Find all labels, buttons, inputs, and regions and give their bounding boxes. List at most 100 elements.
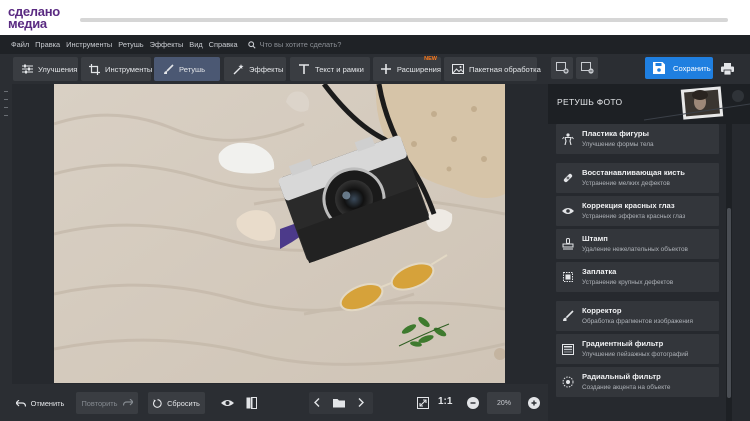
menu-edit[interactable]: Правка xyxy=(35,40,60,49)
panel-header-decoration xyxy=(644,86,750,121)
tab-effects[interactable]: Эффекты xyxy=(224,57,286,81)
tool-title: Штамп xyxy=(582,234,608,243)
corrector-brush-icon xyxy=(562,310,574,322)
stamp-icon xyxy=(562,238,574,250)
tool-title: Пластика фигуры xyxy=(582,129,649,138)
tab-label: Расширения xyxy=(396,64,441,74)
tool-title: Восстанавливающая кисть xyxy=(582,168,685,177)
image-plus-icon xyxy=(555,62,569,74)
batch-icon xyxy=(452,63,464,75)
preview-button[interactable] xyxy=(217,392,237,414)
crop-icon xyxy=(89,63,100,75)
tool-subtitle: Удаление нежелательных объектов xyxy=(582,246,688,253)
tab-extensions[interactable]: Расширения NEW xyxy=(373,56,441,81)
menu-view[interactable]: Вид xyxy=(189,40,202,49)
tab-text-frames[interactable]: Текст и рамки xyxy=(290,57,370,81)
menu-help[interactable]: Справка xyxy=(209,40,238,49)
eye-icon xyxy=(220,400,234,406)
tool-title: Корректор xyxy=(582,306,622,315)
tool-body-reshape[interactable]: Пластика фигуры Улучшение формы тела xyxy=(556,124,719,154)
zoom-level-field[interactable]: 20% xyxy=(487,392,521,414)
tab-label: Текст и рамки xyxy=(315,64,364,74)
tool-gradient-filter[interactable]: Градиентный фильтр Улучшение пейзажных ф… xyxy=(556,334,719,364)
prev-image-button[interactable] xyxy=(314,398,320,409)
tool-healing-brush[interactable]: Восстанавливающая кисть Устранение мелки… xyxy=(556,163,719,193)
patch-icon xyxy=(562,271,574,283)
retouch-panel: РЕТУШЬ ФОТО Пластика фигуры Улучшение фо… xyxy=(548,84,750,421)
tab-label: Инструменты xyxy=(105,64,153,74)
chevron-right-icon xyxy=(358,398,364,407)
tool-red-eye-correction[interactable]: Коррекция красных глаз Устранение эффект… xyxy=(556,196,719,226)
print-button[interactable] xyxy=(718,60,736,78)
radial-icon xyxy=(562,376,574,388)
brush-icon xyxy=(162,63,174,75)
printer-icon xyxy=(720,63,734,75)
bottom-bar: Отменить Повторить Сбросить 1:1 20% xyxy=(0,384,548,421)
command-search[interactable]: Что вы хотите сделать? xyxy=(247,40,341,49)
reset-icon xyxy=(153,398,162,408)
menu-retouch[interactable]: Ретушь xyxy=(118,40,143,49)
compare-icon xyxy=(246,397,257,409)
redo-arrow-icon xyxy=(122,398,134,408)
menu-tools[interactable]: Инструменты xyxy=(66,40,112,49)
tab-retouch[interactable]: Ретушь xyxy=(154,57,220,81)
compare-button[interactable] xyxy=(241,392,261,414)
menu-effects[interactable]: Эффекты xyxy=(150,40,184,49)
tab-enhancements[interactable]: Улучшения xyxy=(13,57,78,81)
panel-title: РЕТУШЬ ФОТО xyxy=(557,97,623,107)
eye-icon xyxy=(562,205,574,217)
gradient-icon xyxy=(562,343,574,355)
tab-label: Пакетная обработка xyxy=(469,64,541,74)
next-image-button[interactable] xyxy=(358,398,364,409)
edited-photo[interactable] xyxy=(54,84,505,383)
fit-screen-icon xyxy=(417,397,429,409)
remove-from-collection-button[interactable] xyxy=(576,57,598,79)
reset-button[interactable]: Сбросить xyxy=(148,392,205,414)
open-folder-button[interactable] xyxy=(333,398,346,410)
tool-subtitle: Устранение крупных дефектов xyxy=(582,279,674,286)
minus-icon xyxy=(470,402,476,404)
sliders-icon xyxy=(21,63,33,75)
chevron-left-icon xyxy=(314,398,320,407)
tool-title: Коррекция красных глаз xyxy=(582,201,675,210)
tool-subtitle: Устранение мелких дефектов xyxy=(582,180,670,187)
tool-radial-filter[interactable]: Радиальный фильтр Создание акцента на об… xyxy=(556,367,719,397)
save-label: Сохранить xyxy=(673,63,711,73)
save-button[interactable]: Сохранить xyxy=(645,57,713,79)
actual-size-button[interactable]: 1:1 xyxy=(438,396,452,407)
logo-line-2: медиа xyxy=(8,16,47,31)
tool-clone-stamp[interactable]: Штамп Удаление нежелательных объектов xyxy=(556,229,719,259)
panel-scrollbar[interactable] xyxy=(726,124,732,421)
text-icon xyxy=(298,63,310,75)
image-minus-icon xyxy=(580,62,594,74)
reset-label: Сбросить xyxy=(167,398,200,408)
main-toolbar: Улучшения Инструменты Ретушь Эффекты Тек… xyxy=(0,54,750,84)
tab-label: Эффекты xyxy=(249,64,284,74)
tab-label: Ретушь xyxy=(179,64,206,74)
scrollbar-thumb[interactable] xyxy=(727,208,731,398)
tab-batch-processing[interactable]: Пакетная обработка xyxy=(444,57,541,81)
left-collapse-strip[interactable] xyxy=(0,84,12,384)
undo-arrow-icon xyxy=(15,399,26,407)
menu-file[interactable]: Файл xyxy=(11,40,29,49)
tool-title: Радиальный фильтр xyxy=(582,372,661,381)
zoom-in-button[interactable] xyxy=(528,397,540,409)
tool-subtitle: Обработка фрагментов изображения xyxy=(582,318,693,325)
tab-tools[interactable]: Инструменты xyxy=(81,57,153,81)
fit-to-screen-button[interactable] xyxy=(414,392,432,414)
undo-button[interactable]: Отменить xyxy=(10,392,70,414)
zoom-out-button[interactable] xyxy=(467,397,479,409)
tool-corrector[interactable]: Корректор Обработка фрагментов изображен… xyxy=(556,301,719,331)
tool-patch[interactable]: Заплатка Устранение крупных дефектов xyxy=(556,262,719,292)
add-to-collection-button[interactable] xyxy=(551,57,573,79)
logo[interactable]: сделано медиа xyxy=(8,5,72,31)
healing-brush-icon xyxy=(562,172,574,184)
banner-divider xyxy=(80,18,728,22)
plus-icon xyxy=(381,63,392,75)
site-banner: сделано медиа xyxy=(0,0,750,35)
tool-subtitle: Создание акцента на объекте xyxy=(582,384,671,391)
redo-button[interactable]: Повторить xyxy=(76,392,138,414)
file-navigator xyxy=(309,392,373,414)
beach-camera-photo xyxy=(54,84,505,383)
tool-subtitle: Улучшение пейзажных фотографий xyxy=(582,351,689,358)
